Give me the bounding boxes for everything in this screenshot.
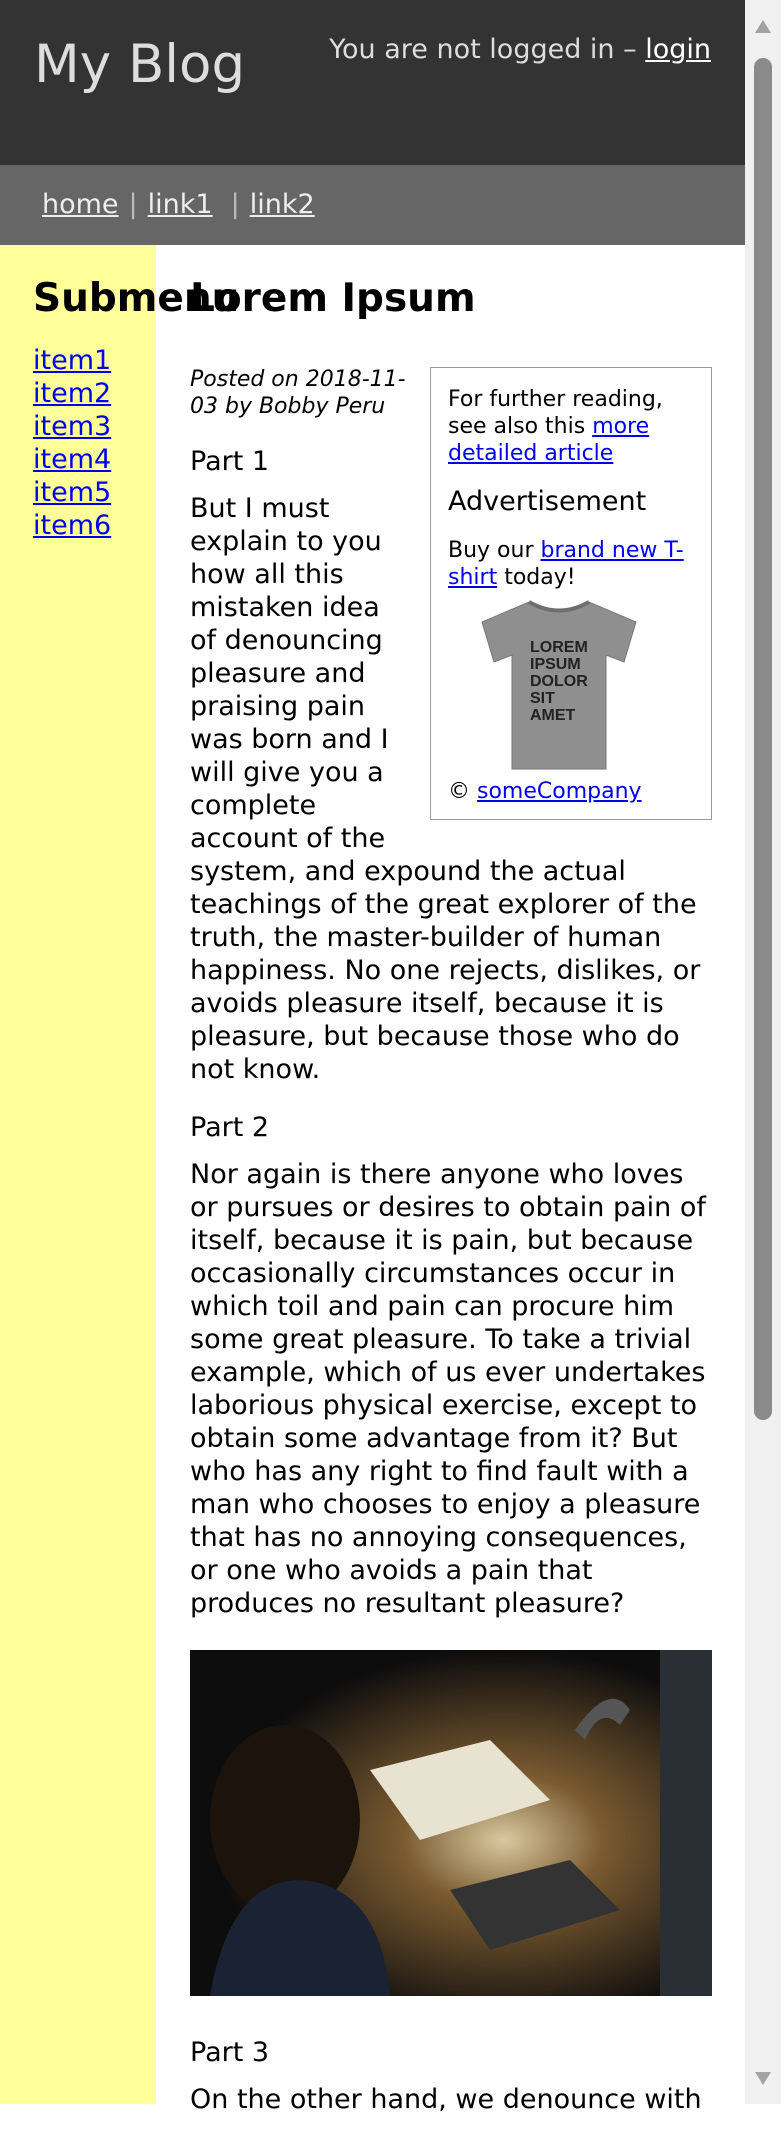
login-status-text: You are not logged in – <box>329 34 637 65</box>
nav-home-link[interactable]: home <box>42 189 119 220</box>
nav-separator: | <box>128 189 138 220</box>
submenu-item: item4 <box>33 443 111 476</box>
tshirt-text: IPSUM <box>530 656 581 673</box>
ad-prefix: Buy our <box>448 538 534 563</box>
nav-links: home | link1 | link2 <box>42 189 315 220</box>
submenu-link-item5[interactable]: item5 <box>33 477 111 508</box>
somecompany-link[interactable]: someCompany <box>477 779 642 804</box>
submenu-item: item5 <box>33 476 111 509</box>
part3-paragraph: On the other hand, we denounce with <box>190 2084 702 2115</box>
ad-suffix: today! <box>504 565 576 590</box>
tshirt-text: SIT <box>530 690 555 707</box>
aside-box: For further reading, see also this more … <box>430 367 712 820</box>
further-reading: For further reading, see also this more … <box>448 386 694 467</box>
advertisement-heading: Advertisement <box>448 486 647 517</box>
submenu-list: item1 item2 item3 item4 item5 item6 <box>33 344 111 542</box>
submenu-link-item6[interactable]: item6 <box>33 510 111 541</box>
nav-separator: | <box>230 189 240 220</box>
submenu-link-item4[interactable]: item4 <box>33 444 111 475</box>
login-status: You are not logged in – login <box>329 34 711 65</box>
submenu-item: item6 <box>33 509 111 542</box>
copyright-symbol: © <box>448 779 470 804</box>
article: For further reading, see also this more … <box>190 360 712 2130</box>
tshirt-image: LOREM IPSUM DOLOR SIT AMET <box>481 600 637 770</box>
tshirt-text: AMET <box>530 707 576 724</box>
submenu-item: item1 <box>33 344 111 377</box>
nav-link1[interactable]: link1 <box>148 189 213 220</box>
nav-link2[interactable]: link2 <box>250 189 315 220</box>
login-link[interactable]: login <box>645 34 711 65</box>
part3-heading: Part 3 <box>190 2037 270 2068</box>
tshirt-text: LOREM <box>530 639 588 656</box>
part2-heading: Part 2 <box>190 1112 270 1143</box>
scroll-thumb[interactable] <box>754 58 772 1420</box>
submenu-link-item2[interactable]: item2 <box>33 378 111 409</box>
tshirt-text: DOLOR <box>530 673 588 690</box>
article-photo <box>190 1650 712 1996</box>
page: My Blog You are not logged in – login ho… <box>0 0 745 2115</box>
submenu-link-item1[interactable]: item1 <box>33 345 111 376</box>
submenu-item: item2 <box>33 377 111 410</box>
vertical-scrollbar[interactable] <box>745 0 781 2104</box>
navbar: home | link1 | link2 <box>0 165 745 245</box>
scroll-down-arrow-icon[interactable] <box>755 2072 771 2085</box>
article-byline: Posted on 2018-11-03 by Bobby Peru <box>190 367 406 419</box>
ad-text: Buy our brand new T-shirt today! <box>448 537 694 591</box>
copyright: © someCompany <box>448 778 694 805</box>
part2-paragraph: Nor again is there anyone who loves or p… <box>190 1159 706 1619</box>
site-title: My Blog <box>34 34 246 95</box>
scroll-up-arrow-icon[interactable] <box>755 20 771 33</box>
header: My Blog You are not logged in – login <box>0 0 745 165</box>
article-title: Lorem Ipsum <box>190 276 476 321</box>
submenu-link-item3[interactable]: item3 <box>33 411 111 442</box>
submenu-item: item3 <box>33 410 111 443</box>
